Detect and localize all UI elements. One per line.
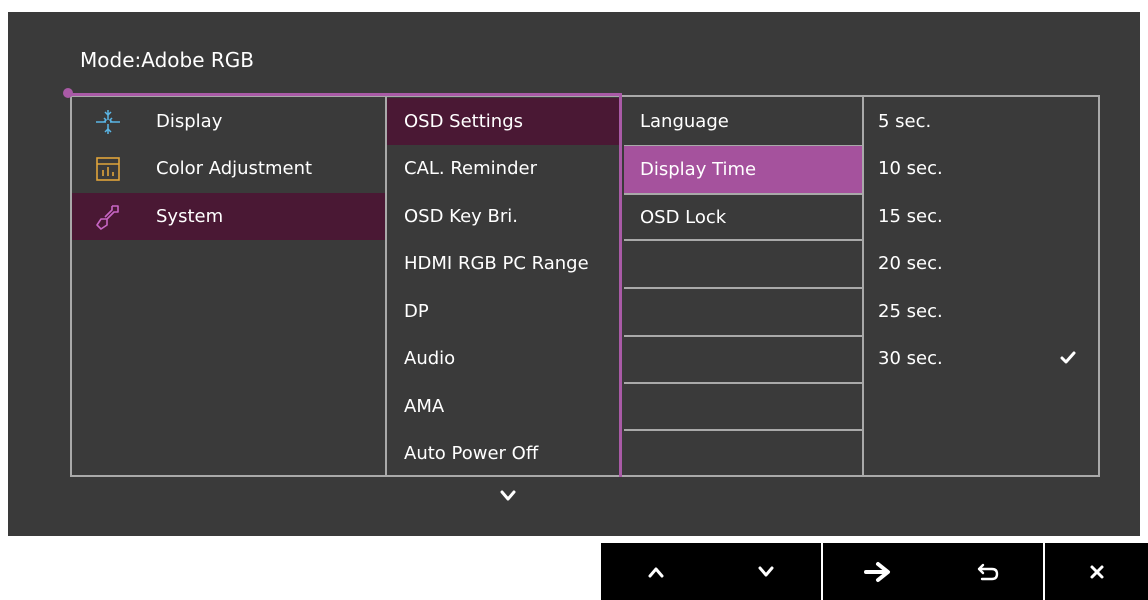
option-30-sec[interactable]: 30 sec. bbox=[864, 335, 1098, 382]
option-label: 30 sec. bbox=[878, 348, 943, 369]
system-menu-label: DP bbox=[404, 301, 429, 322]
system-menu-item-audio[interactable]: Audio bbox=[387, 335, 621, 382]
system-menu-label: OSD Key Bri. bbox=[404, 206, 519, 227]
main-menu-label: Display bbox=[156, 111, 223, 132]
main-menu-item-display[interactable]: Display bbox=[72, 98, 385, 145]
selection-accent-divider bbox=[619, 93, 622, 477]
option-15-sec[interactable]: 15 sec. bbox=[864, 193, 1098, 240]
row-divider bbox=[624, 239, 862, 241]
down-button[interactable] bbox=[711, 543, 821, 600]
system-menu-item-dp[interactable]: DP bbox=[387, 288, 621, 335]
row-divider bbox=[624, 335, 862, 337]
back-icon bbox=[977, 563, 999, 580]
system-menu-item-osd-key-bri[interactable]: OSD Key Bri. bbox=[387, 193, 621, 240]
osd-settings-item-display-time[interactable]: Display Time bbox=[624, 146, 862, 193]
down-arrow-icon bbox=[758, 566, 774, 576]
system-menu: OSD Settings CAL. Reminder OSD Key Bri. … bbox=[387, 97, 621, 475]
display-icon bbox=[96, 110, 120, 134]
option-label: 20 sec. bbox=[878, 253, 943, 274]
option-25-sec[interactable]: 25 sec. bbox=[864, 288, 1098, 335]
osd-settings-label: OSD Lock bbox=[640, 207, 727, 228]
system-menu-item-hdmi-rgb-pc-range[interactable]: HDMI RGB PC Range bbox=[387, 240, 621, 287]
menu-frame: Display Color Adjustment System OSD Sett… bbox=[70, 95, 1100, 477]
key-guide-bar bbox=[601, 543, 1148, 600]
option-10-sec[interactable]: 10 sec. bbox=[864, 145, 1098, 192]
row-divider bbox=[624, 382, 862, 384]
option-20-sec[interactable]: 20 sec. bbox=[864, 240, 1098, 287]
row-divider bbox=[624, 429, 862, 431]
display-time-options: 5 sec. 10 sec. 15 sec. 20 sec. 25 sec. 3… bbox=[864, 97, 1098, 475]
main-menu-item-color-adjustment[interactable]: Color Adjustment bbox=[72, 145, 385, 192]
option-label: 10 sec. bbox=[878, 158, 943, 179]
option-label: 15 sec. bbox=[878, 206, 943, 227]
osd-settings-item-osd-lock[interactable]: OSD Lock bbox=[624, 194, 862, 241]
main-menu-label: Color Adjustment bbox=[156, 158, 313, 179]
mode-value: Adobe RGB bbox=[141, 48, 254, 72]
mode-indicator: Mode:Adobe RGB bbox=[80, 48, 254, 72]
enter-button[interactable] bbox=[823, 543, 933, 600]
selection-accent-dot bbox=[63, 88, 73, 98]
osd-settings-label: Display Time bbox=[640, 159, 757, 180]
system-menu-label: Auto Power Off bbox=[404, 443, 539, 464]
osd-settings-label: Language bbox=[640, 111, 729, 132]
option-5-sec[interactable]: 5 sec. bbox=[864, 98, 1098, 145]
selection-accent-line bbox=[68, 93, 622, 96]
right-arrow-icon bbox=[864, 561, 890, 582]
system-menu-item-cal-reminder[interactable]: CAL. Reminder bbox=[387, 145, 621, 192]
scroll-down-chevron-icon[interactable] bbox=[498, 486, 518, 506]
checkmark-icon bbox=[1060, 351, 1076, 364]
system-menu-item-osd-settings[interactable]: OSD Settings bbox=[387, 98, 621, 145]
mode-label: Mode: bbox=[80, 48, 142, 72]
up-button[interactable] bbox=[601, 543, 711, 600]
system-menu-label: AMA bbox=[404, 396, 445, 417]
main-menu-label: System bbox=[156, 206, 224, 227]
option-label: 25 sec. bbox=[878, 301, 943, 322]
back-button[interactable] bbox=[933, 543, 1043, 600]
up-arrow-icon bbox=[648, 567, 664, 577]
option-label: 5 sec. bbox=[878, 111, 932, 132]
system-menu-item-auto-power-off[interactable]: Auto Power Off bbox=[387, 430, 621, 477]
main-menu-item-system[interactable]: System bbox=[72, 193, 385, 240]
osd-settings-item-language[interactable]: Language bbox=[624, 98, 862, 145]
system-menu-item-ama[interactable]: AMA bbox=[387, 383, 621, 430]
exit-button[interactable] bbox=[1045, 543, 1148, 600]
system-menu-label: CAL. Reminder bbox=[404, 158, 537, 179]
osd-settings-menu: Language Display Time OSD Lock bbox=[624, 97, 864, 475]
system-menu-label: HDMI RGB PC Range bbox=[404, 253, 589, 274]
row-divider bbox=[624, 287, 862, 289]
system-menu-label: OSD Settings bbox=[404, 111, 524, 132]
system-wrench-icon bbox=[96, 205, 119, 230]
close-icon bbox=[1090, 565, 1103, 578]
system-menu-label: Audio bbox=[404, 348, 456, 369]
color-adjustment-icon bbox=[96, 157, 120, 181]
main-menu: Display Color Adjustment System bbox=[72, 97, 387, 475]
